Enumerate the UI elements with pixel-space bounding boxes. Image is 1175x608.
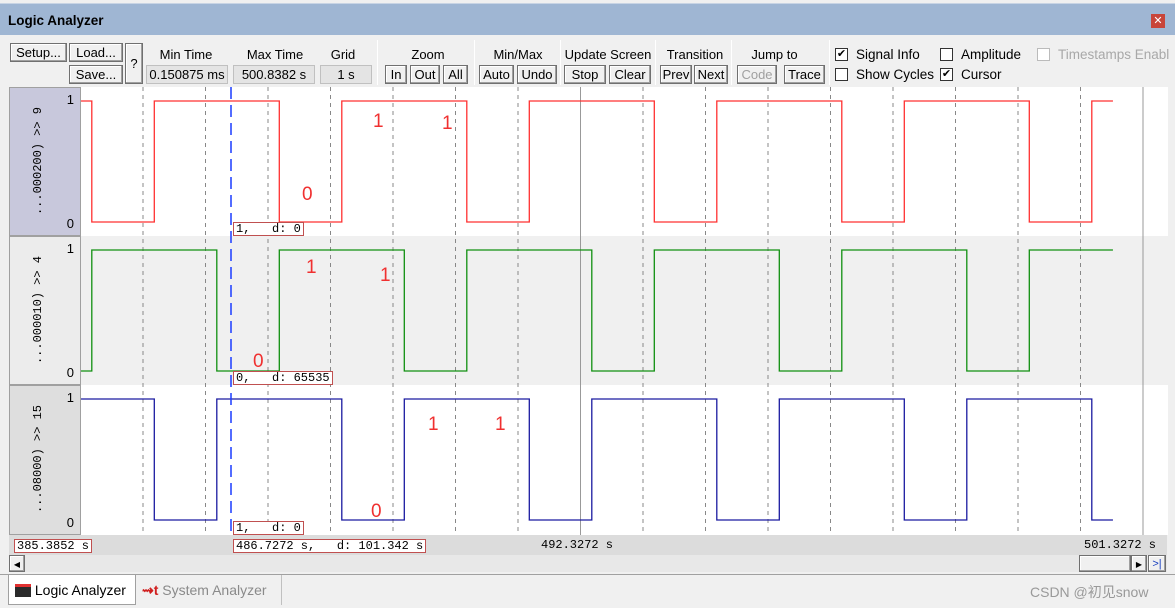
annotation: 1 [306, 257, 317, 278]
min-time-value: 0.150875 ms [146, 65, 228, 84]
tab-bar: Logic Analyzer ⇝t System Analyzer CSDN @… [0, 574, 1175, 608]
time-axis: 385.3852 s 486.7272 s, d: 101.342 s 492.… [9, 535, 1167, 555]
stop-button[interactable]: Stop [564, 65, 606, 84]
prev-button[interactable]: Prev [660, 65, 692, 84]
low-tick: 0 [66, 515, 74, 530]
zoom-out-button[interactable]: Out [410, 65, 440, 84]
update-screen-label: Update Screen [564, 47, 652, 62]
divider [655, 40, 656, 85]
low-tick: 0 [66, 365, 74, 380]
high-tick: 1 [66, 92, 74, 107]
signal-row-bg [81, 385, 1168, 535]
timestamps-label: Timestamps Enabl [1058, 47, 1170, 62]
signal-row-bg [81, 236, 1168, 385]
annotation: 0 [253, 351, 264, 372]
signal-label-1[interactable]: ...000200) >> 9 1 0 [9, 87, 81, 236]
divider [377, 40, 378, 85]
waveform-plot[interactable] [81, 87, 1168, 535]
annotation: 0 [302, 184, 313, 205]
divider [829, 40, 830, 85]
signal-name: ...08000) >> 15 [31, 404, 45, 514]
window-title: Logic Analyzer [8, 13, 104, 28]
code-button[interactable]: Code [737, 65, 777, 84]
load-button[interactable]: Load... [69, 43, 123, 62]
setup-button[interactable]: Setup... [10, 43, 67, 62]
annotation: 1 [380, 265, 391, 286]
tab-label: System Analyzer [162, 582, 267, 598]
timestamps-checkbox[interactable] [1037, 48, 1050, 61]
cursor-time-label: 486.7272 s, d: 101.342 s [233, 539, 427, 553]
title-bar: Logic Analyzer ✕ [0, 3, 1175, 35]
mid-time-label: 492.3272 s [541, 538, 614, 552]
signal-info-checkbox[interactable]: ✔ [835, 48, 848, 61]
signal-label-2[interactable]: ...000010) >> 4 1 0 [9, 236, 81, 385]
zoom-in-button[interactable]: In [385, 65, 407, 84]
signal-info-label: Signal Info [856, 47, 920, 62]
arrow-right-icon[interactable]: ▶ [1131, 555, 1147, 572]
divider [731, 40, 732, 85]
cursor-value-box-2: 0, d: 65535 [233, 371, 333, 385]
logic-analyzer-icon [15, 584, 31, 597]
divider [560, 40, 561, 85]
high-tick: 1 [66, 241, 74, 256]
zoom-all-button[interactable]: All [443, 65, 468, 84]
help-button[interactable]: ? [125, 43, 143, 84]
signal-row-bg [81, 87, 1168, 236]
max-time-value: 500.8382 s [233, 65, 315, 84]
scroll-end-icon[interactable]: >| [1148, 555, 1166, 572]
clear-button[interactable]: Clear [609, 65, 651, 84]
system-analyzer-icon: ⇝t [142, 582, 159, 598]
annotation: 0 [371, 501, 382, 522]
scroll-thumb[interactable] [1079, 555, 1131, 572]
right-time-label: 501.3272 s [1084, 538, 1157, 552]
cursor-value-box-3: 1, d: 0 [233, 521, 304, 535]
trace-button[interactable]: Trace [784, 65, 825, 84]
tab-logic-analyzer[interactable]: Logic Analyzer [8, 575, 136, 605]
annotation: 1 [373, 111, 384, 132]
close-icon[interactable]: ✕ [1151, 14, 1165, 28]
amplitude-label: Amplitude [961, 47, 1022, 62]
amplitude-checkbox[interactable] [940, 48, 953, 61]
zoom-label: Zoom [411, 47, 445, 62]
horizontal-scrollbar[interactable]: ◀ ▶ >| [9, 555, 1167, 572]
undo-button[interactable]: Undo [517, 65, 557, 84]
watermark: CSDN @初见snow [1030, 584, 1149, 600]
tab-label: Logic Analyzer [34, 582, 126, 598]
cursor-checkbox[interactable]: ✔ [940, 68, 953, 81]
save-button[interactable]: Save... [69, 65, 123, 84]
grid-value: 1 s [320, 65, 372, 84]
transition-label: Transition [666, 47, 724, 62]
high-tick: 1 [66, 390, 74, 405]
minmax-label: Min/Max [493, 47, 543, 62]
min-time-label: Min Time [159, 47, 213, 62]
cursor-value-box-1: 1, d: 0 [233, 222, 304, 236]
annotation: 1 [495, 414, 506, 435]
annotation: 1 [442, 113, 453, 134]
left-time-label: 385.3852 s [14, 539, 93, 553]
grid-label: Grid [330, 47, 356, 62]
show-cycles-label: Show Cycles [856, 67, 935, 82]
auto-button[interactable]: Auto [479, 65, 514, 84]
arrow-left-icon[interactable]: ◀ [9, 555, 25, 572]
signal-label-3[interactable]: ...08000) >> 15 1 0 [9, 385, 81, 535]
signal-name: ...000200) >> 9 [31, 106, 45, 216]
divider [474, 40, 475, 85]
low-tick: 0 [66, 216, 74, 231]
jump-to-label: Jump to [751, 47, 798, 62]
next-button[interactable]: Next [694, 65, 728, 84]
signal-name: ...000010) >> 4 [31, 255, 45, 365]
tab-system-analyzer[interactable]: ⇝t System Analyzer [142, 575, 282, 605]
cursor-label: Cursor [961, 67, 1002, 82]
max-time-label: Max Time [246, 47, 304, 62]
annotation: 1 [428, 414, 439, 435]
show-cycles-checkbox[interactable] [835, 68, 848, 81]
